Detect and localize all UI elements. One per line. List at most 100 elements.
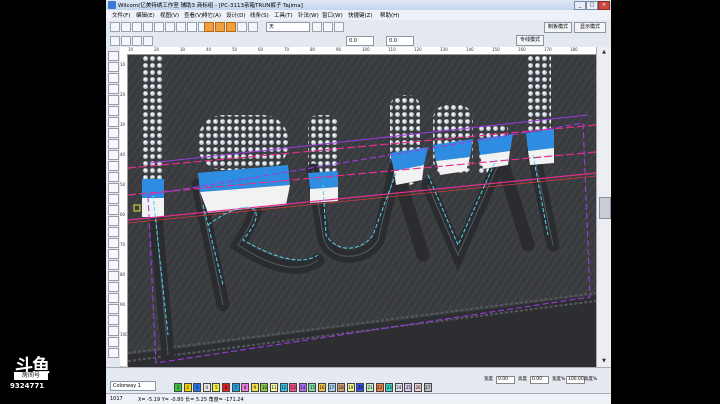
color-swatch[interactable]: 19 — [346, 383, 355, 392]
undo-icon[interactable] — [187, 22, 197, 32]
color-swatch[interactable]: 23 — [385, 383, 394, 392]
column-icon[interactable] — [108, 117, 119, 127]
menu-tools[interactable]: 工具(T) — [274, 11, 293, 19]
font-combo[interactable]: 天 — [266, 22, 310, 32]
vertical-scrollbar[interactable]: ▲ ▼ — [596, 47, 611, 367]
color-swatch[interactable]: 24 — [394, 383, 403, 392]
color-swatch[interactable]: 2 — [183, 383, 192, 392]
color-swatch[interactable]: 6 — [222, 383, 230, 392]
branching-icon[interactable] — [108, 183, 119, 193]
rotate-icon[interactable] — [143, 36, 153, 46]
settings-icon[interactable] — [334, 22, 344, 32]
menu-stitch[interactable]: 针法(W) — [298, 11, 319, 19]
color-swatch[interactable]: 20 — [356, 383, 365, 392]
color-swatch[interactable]: 27 — [423, 383, 432, 392]
travel-icon[interactable] — [108, 205, 119, 215]
grid-icon[interactable] — [248, 22, 258, 32]
mirror-icon[interactable] — [132, 36, 142, 46]
cut-icon[interactable] — [154, 22, 164, 32]
color-swatch[interactable]: 22 — [375, 383, 384, 392]
menu-arrange[interactable]: 排它(A) — [202, 11, 221, 19]
color-swatch[interactable]: 3 — [193, 383, 202, 392]
menu-shortcut[interactable]: 快捷键(Z) — [348, 11, 373, 19]
copy-icon[interactable] — [165, 22, 175, 32]
circle-icon[interactable] — [108, 227, 119, 237]
pointer-icon[interactable] — [108, 51, 119, 61]
menu-window[interactable]: 窗口(W) — [322, 11, 343, 19]
color-swatch[interactable]: 18 — [337, 383, 346, 392]
scroll-down-icon[interactable]: ▼ — [599, 357, 609, 365]
menu-design[interactable]: 设计(D) — [226, 11, 246, 19]
reshape-icon[interactable] — [121, 36, 131, 46]
wrench-icon[interactable] — [323, 22, 333, 32]
color-swatch[interactable]: 14 — [298, 383, 307, 392]
color-swatch[interactable]: 8 — [241, 383, 250, 392]
trim-icon[interactable] — [108, 337, 119, 347]
color-swatch[interactable]: 10 — [260, 383, 269, 392]
color-swatch[interactable]: 13 — [289, 383, 298, 392]
zoom-icon[interactable] — [237, 22, 247, 32]
menu-lines[interactable]: 线条(S) — [250, 11, 269, 19]
new-icon[interactable] — [110, 22, 120, 32]
color-swatch[interactable]: 17 — [327, 383, 336, 392]
scroll-up-icon[interactable]: ▲ — [599, 48, 609, 56]
field-a[interactable]: 0.0 — [346, 36, 374, 46]
offset-icon[interactable] — [108, 293, 119, 303]
hole-icon[interactable] — [108, 304, 119, 314]
border-icon[interactable] — [108, 271, 119, 281]
close-button[interactable]: × — [598, 1, 610, 10]
color-swatch[interactable]: 7 — [231, 383, 240, 392]
menu-file[interactable]: 文件(F) — [112, 11, 130, 19]
color-swatch[interactable]: 1 — [174, 383, 182, 392]
color-swatch[interactable]: 15 — [308, 383, 317, 392]
merge-icon[interactable] — [108, 315, 119, 325]
rectangle-icon[interactable] — [108, 238, 119, 248]
run-stitch-icon[interactable] — [108, 73, 119, 83]
color-swatch[interactable]: 9 — [250, 383, 259, 392]
display-mode-button[interactable]: 显示模式 — [574, 22, 606, 33]
outline-mode-icon[interactable] — [215, 22, 225, 32]
menu-view[interactable]: 视图(V) — [160, 11, 179, 19]
complex-fill-icon[interactable] — [108, 106, 119, 116]
green-circle-icon[interactable] — [108, 260, 119, 270]
color-swatch[interactable]: 4 — [202, 383, 211, 392]
stitch-mode-icon[interactable] — [204, 22, 214, 32]
outline-icon[interactable] — [108, 282, 119, 292]
sequence-icon[interactable] — [108, 194, 119, 204]
satin-icon[interactable] — [108, 84, 119, 94]
knife-icon[interactable] — [108, 172, 119, 182]
applique-icon[interactable] — [108, 139, 119, 149]
width-pct-field[interactable]: 100.00 — [566, 376, 585, 384]
star-icon[interactable] — [108, 249, 119, 259]
color-swatch[interactable]: 11 — [270, 383, 278, 392]
lettering-icon[interactable] — [312, 22, 322, 32]
monogram-icon[interactable] — [108, 161, 119, 171]
lettering-tool-icon[interactable] — [108, 150, 119, 160]
design-canvas[interactable] — [128, 55, 596, 367]
scroll-thumb[interactable] — [599, 197, 611, 219]
color-swatch[interactable]: 16 — [318, 383, 326, 392]
select-icon[interactable] — [110, 36, 120, 46]
menu-look[interactable]: 查看(V) — [184, 11, 203, 19]
dedicated-mode-button[interactable]: 专线模式 — [516, 35, 544, 46]
menu-help[interactable]: 帮助(H) — [380, 11, 399, 19]
fill-mode-icon[interactable] — [226, 22, 236, 32]
print-icon[interactable] — [143, 22, 153, 32]
split-icon[interactable] — [108, 326, 119, 336]
color-swatch[interactable]: 26 — [414, 383, 422, 392]
colorway-select[interactable]: Colorway 1 — [110, 381, 156, 391]
width-field[interactable]: 0.00 — [496, 376, 515, 384]
field-b[interactable]: 0.0 — [386, 36, 414, 46]
pen-icon[interactable] — [108, 62, 119, 72]
paste-icon[interactable] — [176, 22, 186, 32]
color-swatch[interactable]: 12 — [279, 383, 288, 392]
tie-icon[interactable] — [108, 348, 119, 358]
maximize-button[interactable]: □ — [586, 1, 598, 10]
fill-icon[interactable] — [108, 95, 119, 105]
color-swatch[interactable]: 25 — [404, 383, 413, 392]
save-icon[interactable] — [132, 22, 142, 32]
open-icon[interactable] — [121, 22, 131, 32]
color-swatch[interactable]: 5 — [212, 383, 221, 392]
measure-icon[interactable] — [108, 216, 119, 226]
color-swatch[interactable]: 21 — [366, 383, 374, 392]
